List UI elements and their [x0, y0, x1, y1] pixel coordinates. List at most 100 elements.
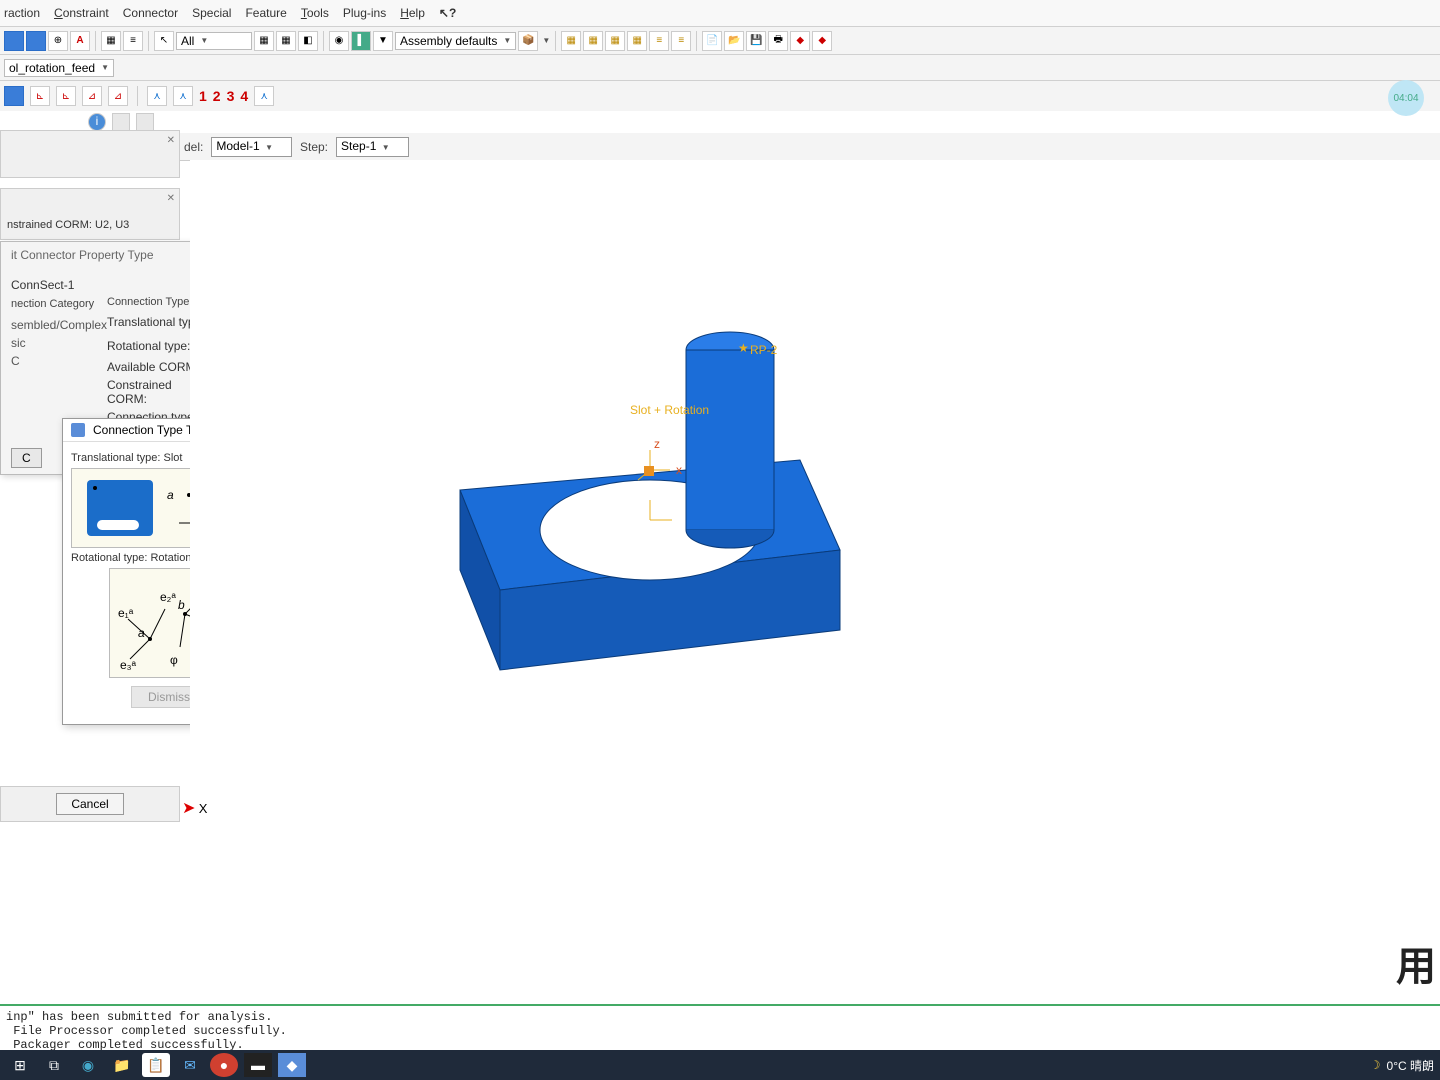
view-icon[interactable]: ▦ — [605, 31, 625, 51]
taskview-icon[interactable]: ⧉ — [40, 1053, 68, 1077]
edge-icon[interactable]: ◉ — [74, 1053, 102, 1077]
svg-text:z: z — [654, 437, 660, 451]
explorer-icon[interactable]: 📁 — [108, 1053, 136, 1077]
menu-bar: raction Constraint Connector Special Fea… — [0, 0, 1440, 27]
weather-text[interactable]: 0°C 晴朗 — [1387, 1057, 1434, 1074]
x-axis-label: X — [199, 801, 208, 816]
menu-tools[interactable]: Tools — [301, 6, 329, 20]
step-select[interactable]: Step-1 ▼ — [336, 137, 409, 157]
cat-basic[interactable]: sic — [11, 334, 97, 352]
render-select[interactable]: Assembly defaults▼ — [395, 32, 516, 50]
tool-icon[interactable] — [112, 113, 130, 131]
tool-icon[interactable] — [136, 113, 154, 131]
model-label: del: — [184, 140, 203, 154]
menu-feature[interactable]: Feature — [245, 6, 286, 20]
axis-icon[interactable]: ⋏ — [254, 86, 274, 106]
tool-icon[interactable]: ▌ — [351, 31, 371, 51]
svg-text:e₁ᵃ: e₁ᵃ — [118, 606, 134, 620]
taskbar: ⊞ ⧉ ◉ 📁 📋 ✉ ● ▬ ◆ ☽ 0°C 晴朗 — [0, 1050, 1440, 1080]
constrained-readout: nstrained CORM: U2, U3 — [1, 215, 179, 235]
model-select[interactable]: Model-1 ▼ — [211, 137, 292, 157]
close-icon[interactable]: ✕ — [167, 135, 175, 146]
menu-help[interactable]: Help — [400, 6, 425, 20]
menu-constraint[interactable]: Constraint — [54, 6, 109, 20]
whats-this-icon[interactable]: ↖? — [439, 6, 456, 20]
app-icon[interactable]: ● — [210, 1053, 238, 1077]
datum-4[interactable]: 4 — [240, 88, 248, 104]
tool-icon[interactable]: 📦 — [518, 31, 538, 51]
close-icon[interactable]: ✕ — [167, 193, 175, 204]
main-toolbar: ⊕ A ▦ ≡ ↖ All▼ ▦ ▦ ◧ ◉ ▌ ▼ Assembly defa… — [0, 27, 1440, 55]
x-arrow-icon: ➤ — [182, 800, 195, 817]
tool-icon[interactable]: ◆ — [790, 31, 810, 51]
datum-1[interactable]: 1 — [199, 88, 207, 104]
dialog-title: it Connector Property Type — [11, 248, 154, 262]
left-panel-2: ✕ nstrained CORM: U2, U3 — [0, 188, 180, 240]
svg-text:x: x — [676, 463, 682, 477]
svg-text:e₂ᵃ: e₂ᵃ — [160, 590, 176, 604]
feed-select[interactable]: ol_rotation_feed▼ — [4, 59, 114, 77]
arrow-icon[interactable]: ↖ — [154, 31, 174, 51]
tool-icon[interactable]: ▼ — [373, 31, 393, 51]
datum-2[interactable]: 2 — [213, 88, 221, 104]
tip-title: Connection Type Tip — [93, 423, 202, 437]
tool-icon[interactable]: ▦ — [254, 31, 274, 51]
tool-icon[interactable] — [4, 31, 24, 51]
ok-button[interactable]: C — [11, 448, 42, 468]
watermark: 用 — [1396, 934, 1436, 992]
abaqus-icon[interactable]: ◆ — [278, 1053, 306, 1077]
menu-interaction[interactable]: raction — [4, 6, 40, 20]
new-icon[interactable]: 📄 — [702, 31, 722, 51]
axis-icon[interactable]: ⋏ — [147, 86, 167, 106]
cat-assembled[interactable]: sembled/Complex — [11, 316, 97, 334]
text-icon[interactable]: A — [70, 31, 90, 51]
svg-text:a: a — [138, 626, 145, 640]
view-icon[interactable]: ≡ — [649, 31, 669, 51]
csys-icon[interactable]: ⊿ — [108, 86, 128, 106]
selection-filter[interactable]: All▼ — [176, 32, 252, 50]
tool-icon[interactable]: ◧ — [298, 31, 318, 51]
info-icon[interactable]: i — [88, 113, 106, 131]
model-render: ★ RP-2 Slot + Rotation x z — [420, 290, 980, 770]
left-panel: ✕ — [0, 130, 180, 178]
csys-icon[interactable]: ⊾ — [30, 86, 50, 106]
csys-icon[interactable] — [4, 86, 24, 106]
cat-mpc[interactable]: C — [11, 352, 97, 370]
viewport[interactable]: ★ RP-2 Slot + Rotation x z ➤ X — [190, 160, 1440, 850]
menu-connector[interactable]: Connector — [123, 6, 178, 20]
view-icon[interactable]: ▦ — [627, 31, 647, 51]
print-icon[interactable]: 🖶 — [768, 31, 788, 51]
svg-text:e₃ᵃ: e₃ᵃ — [120, 658, 137, 672]
cancel-button[interactable]: Cancel — [56, 793, 123, 815]
csys-icon[interactable]: ⊿ — [82, 86, 102, 106]
moon-icon: ☽ — [1370, 1058, 1381, 1072]
svg-text:φ: φ — [170, 653, 178, 667]
mail-icon[interactable]: ✉ — [176, 1053, 204, 1077]
tool-icon[interactable]: ⊕ — [48, 31, 68, 51]
dropdown-icon[interactable]: ▼ — [542, 36, 550, 45]
tool-icon[interactable]: ◆ — [812, 31, 832, 51]
tool-icon[interactable]: ≡ — [123, 31, 143, 51]
tool-icon[interactable]: ▦ — [101, 31, 121, 51]
svg-text:Slot + Rotation: Slot + Rotation — [630, 403, 709, 417]
save-icon[interactable]: 💾 — [746, 31, 766, 51]
rp2-label: ★ — [738, 341, 749, 355]
app-icon[interactable]: 📋 — [142, 1053, 170, 1077]
menu-plugins[interactable]: Plug-ins — [343, 6, 386, 20]
datum-3[interactable]: 3 — [227, 88, 235, 104]
secondary-toolbar: ol_rotation_feed▼ — [0, 55, 1440, 81]
open-icon[interactable]: 📂 — [724, 31, 744, 51]
menu-special[interactable]: Special — [192, 6, 231, 20]
tool-icon[interactable]: ▦ — [276, 31, 296, 51]
svg-text:RP-2: RP-2 — [750, 343, 778, 357]
view-icon[interactable]: ▦ — [583, 31, 603, 51]
view-icon[interactable]: ≡ — [671, 31, 691, 51]
tool-icon[interactable]: ◉ — [329, 31, 349, 51]
tool-icon[interactable] — [26, 31, 46, 51]
name-value: ConnSect-1 — [11, 278, 74, 292]
terminal-icon[interactable]: ▬ — [244, 1053, 272, 1077]
view-icon[interactable]: ▦ — [561, 31, 581, 51]
axis-icon[interactable]: ⋏ — [173, 86, 193, 106]
start-icon[interactable]: ⊞ — [6, 1053, 34, 1077]
csys-icon[interactable]: ⊾ — [56, 86, 76, 106]
